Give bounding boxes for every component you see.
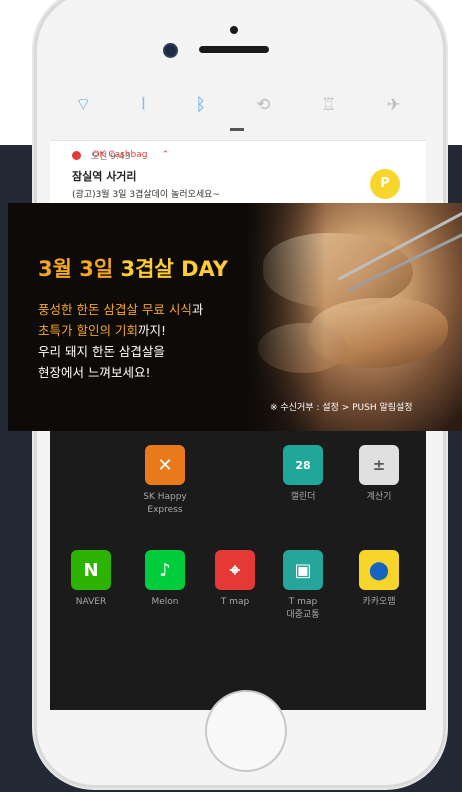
flashlight-icon[interactable]: ♖ <box>321 96 336 114</box>
phone-speaker <box>199 46 269 53</box>
app-label: T map <box>220 597 250 607</box>
ok-cashbag-logo-icon <box>72 151 81 160</box>
app-kakaomap[interactable]: ⬤ 카카오맵 <box>344 550 414 609</box>
phone-front-camera <box>165 45 176 56</box>
naver-icon: N <box>71 550 111 590</box>
vibrate-icon[interactable]: ⦚ <box>142 96 146 114</box>
app-label: 캘린더 <box>290 492 316 502</box>
phone-top-camera <box>230 26 238 34</box>
sk-happy-express-icon: ✕ <box>145 445 185 485</box>
ad-banner[interactable]: 3월 3일 3겹살 DAY 풍성한 한돈 삼겹살 무료 시식과 초특가 할인의 … <box>8 203 462 431</box>
unsubscribe-note: ※ 수신거부 : 설정 > PUSH 알림설정 <box>270 403 413 413</box>
airplane-mode-icon[interactable]: ✈ <box>386 96 400 114</box>
tmap-transit-icon: ▣ <box>283 550 323 590</box>
app-naver[interactable]: N NAVER <box>56 550 126 609</box>
app-tmap[interactable]: ⌖ T map <box>200 550 270 609</box>
quick-settings-panel: ⌔ ⦚ ᛒ ⟲ ♖ ✈ <box>50 70 426 140</box>
app-label: SK Happy Express <box>143 492 187 515</box>
app-label: 계산기 <box>366 492 392 502</box>
chevron-up-icon[interactable]: ⌃ <box>130 149 200 162</box>
app-label: Melon <box>151 597 179 607</box>
app-label: 카카오맵 <box>362 597 396 607</box>
wifi-icon[interactable]: ⌔ <box>75 96 91 114</box>
app-label: T map 대중교통 <box>286 597 320 620</box>
app-calculator[interactable]: ± 계산기 <box>344 445 414 504</box>
app-tmap-transit[interactable]: ▣ T map 대중교통 <box>268 550 338 622</box>
auto-rotate-icon[interactable]: ⟲ <box>256 96 270 114</box>
app-calendar[interactable]: 28 캘린더 <box>268 445 338 504</box>
notification-header: OK Cashbag 오전 9:43 ⌃ <box>72 149 169 162</box>
calendar-icon: 28 <box>283 445 323 485</box>
melon-icon: ♪ <box>145 550 185 590</box>
kakaomap-icon: ⬤ <box>359 550 399 590</box>
app-melon[interactable]: ♪ Melon <box>130 550 200 609</box>
banner-title: 3월 3일 3겹살 DAY <box>38 257 228 281</box>
bluetooth-icon[interactable]: ᛒ <box>196 96 206 114</box>
home-screen: ✕ SK Happy Express 28 캘린더 ± 계산기 N NAVER … <box>50 430 426 710</box>
tmap-icon: ⌖ <box>215 550 255 590</box>
calculator-icon: ± <box>359 445 399 485</box>
home-button[interactable] <box>205 690 287 772</box>
app-label: NAVER <box>75 597 107 607</box>
notification-body: (광고)3월 3일 3겹살데이 놀러오세요~ <box>72 190 220 200</box>
point-badge: P <box>370 169 400 199</box>
panel-handle[interactable] <box>230 128 244 131</box>
banner-copy: 풍성한 한돈 삼겹살 무료 시식과 초특가 할인의 기회까지! 우리 돼지 한돈… <box>38 302 204 380</box>
app-sk-happy-express[interactable]: ✕ SK Happy Express <box>130 445 200 517</box>
notification-title: 잠실역 사거리 <box>72 170 137 183</box>
